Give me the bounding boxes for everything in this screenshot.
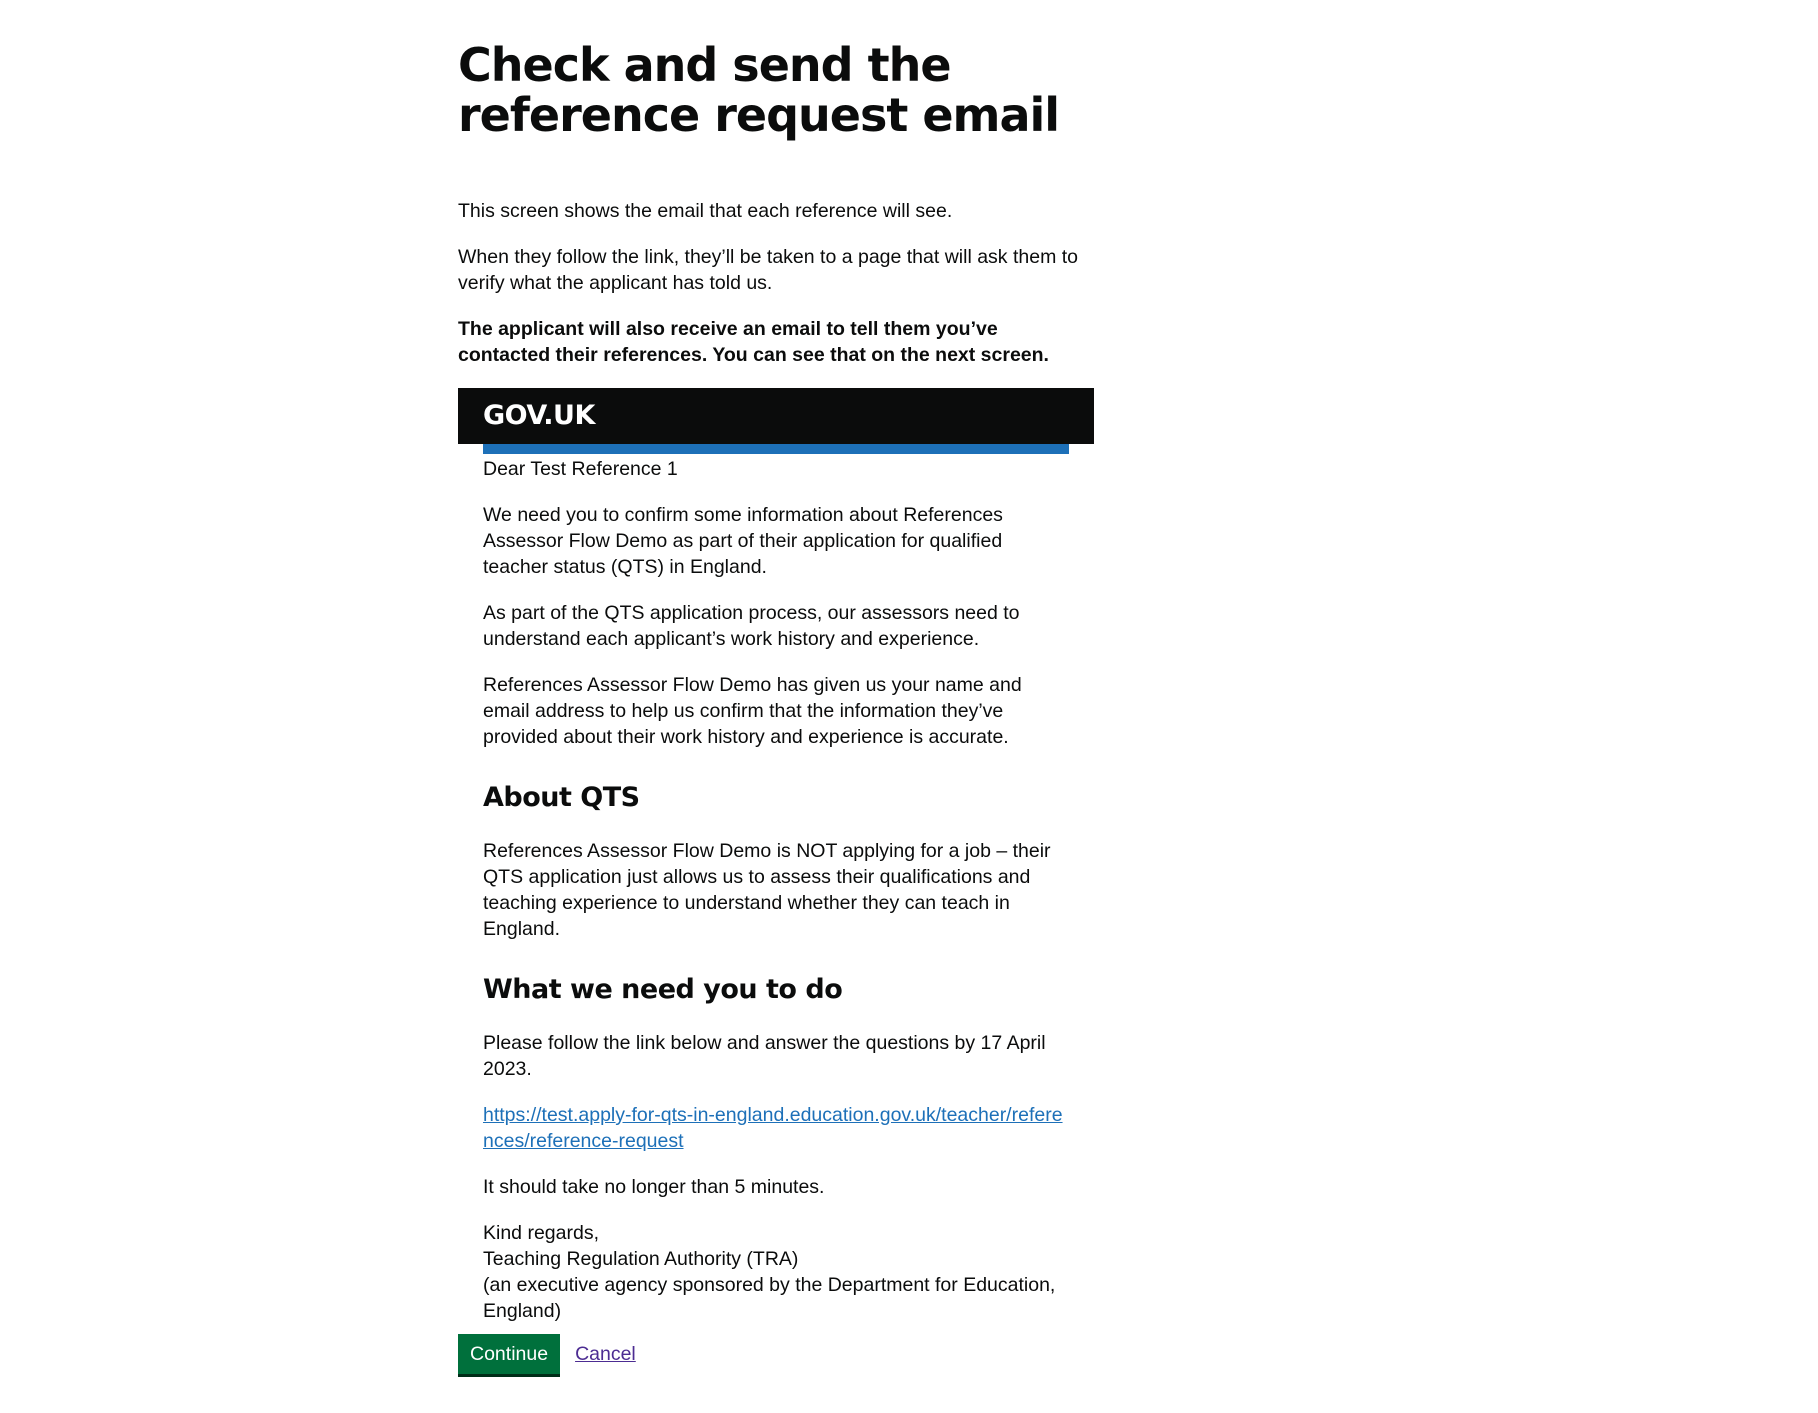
reference-link-paragraph: https://test.apply-for-qts-in-england.ed… — [483, 1102, 1069, 1154]
todo-heading: What we need you to do — [483, 974, 843, 1005]
notice-paragraph: The applicant will also receive an email… — [458, 318, 1049, 366]
email-signoff: Kind regards, Teaching Regulation Author… — [483, 1220, 1069, 1324]
intro-paragraph: When they follow the link, they’ll be ta… — [458, 246, 1079, 294]
page-title: Check and send the reference request ema… — [458, 38, 1060, 142]
govuk-logo: GOV.UK — [483, 400, 595, 431]
form-actions: Continue Cancel — [458, 1334, 1094, 1374]
todo-text: Please follow the link below and answer … — [483, 1032, 1046, 1080]
signoff-line: (an executive agency sponsored by the De… — [483, 1274, 1056, 1322]
about-qts-text: References Assessor Flow Demo is NOT app… — [483, 840, 1051, 940]
signoff-line: Kind regards, — [483, 1222, 599, 1244]
intro-paragraph: This screen shows the email that each re… — [458, 200, 953, 222]
signoff-line: Teaching Regulation Authority (TRA) — [483, 1248, 799, 1270]
reference-request-link[interactable]: https://test.apply-for-qts-in-england.ed… — [483, 1104, 1063, 1152]
about-qts-heading: About QTS — [483, 782, 640, 813]
email-paragraph: We need you to confirm some information … — [483, 504, 1003, 578]
email-body: Dear Test Reference 1 We need you to con… — [458, 454, 1094, 1324]
main-content: Check and send the reference request ema… — [458, 40, 1094, 1374]
time-text: It should take no longer than 5 minutes. — [483, 1176, 825, 1198]
email-header: GOV.UK — [458, 388, 1094, 444]
email-brand-bar — [483, 444, 1069, 454]
email-paragraph: References Assessor Flow Demo has given … — [483, 674, 1022, 748]
email-paragraph: As part of the QTS application process, … — [483, 602, 1020, 650]
cancel-link[interactable]: Cancel — [575, 1341, 636, 1367]
continue-button[interactable]: Continue — [458, 1334, 561, 1374]
email-greeting: Dear Test Reference 1 — [483, 458, 678, 480]
email-preview: GOV.UK Dear Test Reference 1 We need you… — [458, 388, 1094, 1324]
